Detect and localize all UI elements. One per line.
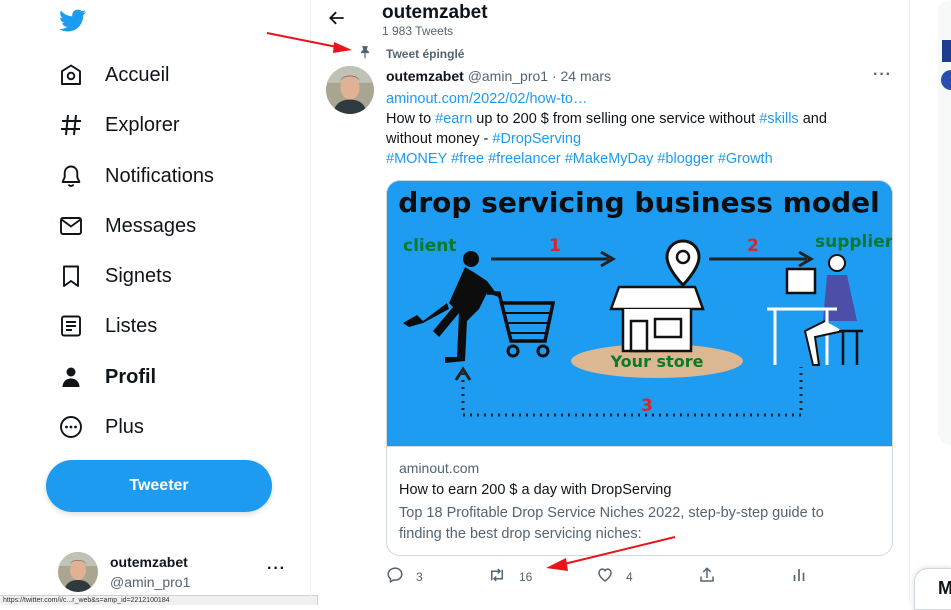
tweet-header: outemzabet @amin_pro1 · 24 mars — [386, 68, 611, 84]
share-icon — [698, 566, 716, 587]
list-icon — [58, 313, 84, 339]
image-step-1: 1 — [549, 236, 561, 256]
card-image: drop servicing business model client sup… — [387, 181, 892, 447]
card-domain: aminout.com — [399, 460, 480, 476]
reply-icon — [386, 566, 404, 587]
bookmark-icon — [58, 263, 84, 289]
sidebar-item-label: Explorer — [105, 113, 180, 136]
tweet-actions: 3 16 4 — [386, 566, 816, 588]
heart-icon — [596, 566, 614, 587]
like-count: 4 — [626, 569, 633, 584]
account-more-icon[interactable]: ··· — [267, 560, 286, 578]
image-title: drop servicing business model — [398, 186, 879, 219]
pinned-label: Tweet épinglé — [386, 47, 465, 61]
tweet-link[interactable]: aminout.com/2022/02/how-to… — [386, 91, 588, 107]
avatar — [58, 552, 98, 592]
card-description: Top 18 Profitable Drop Service Niches 20… — [399, 505, 824, 542]
sidebar-item-label: Accueil — [105, 63, 170, 86]
tweet-date[interactable]: 24 mars — [561, 68, 612, 84]
tweet-count: 1 983 Tweets — [382, 24, 454, 38]
tweet-author-avatar[interactable] — [326, 66, 374, 114]
sidebar-item-listes[interactable]: Listes — [58, 306, 157, 346]
sidebar-item-plus[interactable]: Plus — [58, 407, 144, 447]
card-title: How to earn 200 $ a day with DropServing — [399, 482, 672, 498]
hashtag-link[interactable]: #earn — [435, 111, 472, 127]
reply-count: 3 — [416, 569, 423, 584]
sidebar-item-label: Plus — [105, 415, 144, 438]
image-step-2: 2 — [747, 236, 759, 256]
hashtag-link[interactable]: #blogger — [657, 151, 713, 167]
sidebar-item-label: Profil — [105, 365, 157, 388]
tweet-button[interactable]: Tweeter — [46, 460, 272, 512]
retweet-icon — [487, 566, 507, 587]
like-button[interactable]: 4 — [596, 566, 633, 587]
hashtag-link[interactable]: #MONEY — [386, 151, 447, 167]
reply-button[interactable]: 3 — [386, 566, 423, 587]
person-icon — [58, 364, 84, 390]
account-switcher[interactable]: outemzabet @amin_pro1 ··· — [58, 552, 298, 594]
sidebar-item-label: Messages — [105, 214, 197, 237]
twitter-logo-icon[interactable] — [58, 7, 88, 34]
analytics-button[interactable] — [790, 566, 808, 587]
sidebar-nav: Accueil Explorer Notifications Messages … — [0, 0, 310, 604]
messages-drawer-label: M — [938, 578, 951, 598]
envelope-icon — [58, 213, 84, 239]
link-preview-card[interactable]: drop servicing business model client sup… — [386, 180, 893, 556]
hashtag-link[interactable]: #MakeMyDay — [565, 151, 654, 167]
sidebar-item-accueil[interactable]: Accueil — [58, 55, 169, 95]
sidebar-item-label: Notifications — [105, 164, 214, 187]
hashtag-link[interactable]: #Growth — [718, 151, 773, 167]
hashtag-link[interactable]: #skills — [759, 111, 798, 127]
sidebar-item-label: Signets — [105, 264, 172, 287]
sidebar-item-label: Listes — [105, 314, 158, 337]
right-column-card — [938, 0, 951, 445]
tweet-separator: · — [548, 68, 561, 84]
tweet-author-name[interactable]: outemzabet — [386, 68, 464, 84]
tweet-more-icon[interactable]: ··· — [873, 66, 892, 84]
image-store-label: Your store — [610, 352, 704, 371]
retweet-button[interactable]: 16 — [487, 566, 532, 587]
sidebar-item-explorer[interactable]: Explorer — [58, 105, 179, 145]
sidebar-item-messages[interactable]: Messages — [58, 206, 196, 246]
hashtag-link[interactable]: #freelancer — [488, 151, 561, 167]
image-step-3: 3 — [641, 396, 653, 416]
hashtag-icon — [58, 112, 84, 138]
account-handle: @amin_pro1 — [110, 574, 191, 590]
sidebar-item-notifications[interactable]: Notifications — [58, 156, 214, 196]
back-arrow-icon[interactable] — [327, 8, 347, 28]
pinned-indicator: Tweet épinglé — [358, 45, 465, 64]
hashtag-link[interactable]: #DropServing — [492, 131, 581, 147]
profile-header-name: outemzabet — [382, 2, 488, 23]
share-button[interactable] — [698, 566, 716, 587]
bell-icon — [58, 163, 84, 189]
tweet-author-handle[interactable]: @amin_pro1 — [468, 68, 548, 84]
home-icon — [58, 62, 84, 88]
more-circle-icon — [58, 414, 84, 440]
account-name: outemzabet — [110, 554, 188, 570]
image-client-label: client — [403, 236, 457, 256]
image-supplier-label: supplier — [815, 232, 892, 252]
tweet-text-part: up to 200 $ from selling one service wit… — [472, 111, 760, 127]
tweet-text: aminout.com/2022/02/how-to… How to #earn… — [386, 89, 871, 169]
tweet-text-part: How to — [386, 111, 436, 127]
sidebar-item-signets[interactable]: Signets — [58, 256, 172, 296]
sidebar-item-profil[interactable]: Profil — [58, 357, 156, 397]
hashtag-link[interactable]: #free — [451, 151, 484, 167]
retweet-count: 16 — [519, 569, 533, 584]
pin-icon — [358, 45, 372, 64]
analytics-icon — [790, 566, 808, 587]
